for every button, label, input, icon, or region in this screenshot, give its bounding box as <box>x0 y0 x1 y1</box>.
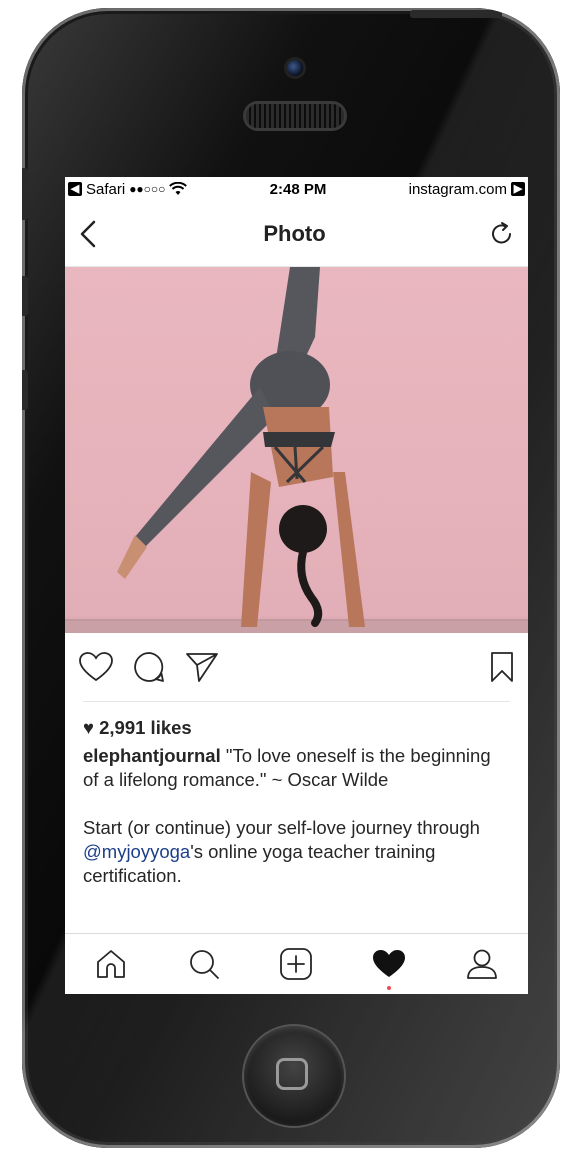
post-photo[interactable] <box>65 267 528 633</box>
chevron-left-icon[interactable] <box>77 219 101 249</box>
status-bar: ◀ Safari ●●○○○ 2:48 PM instagram.com ▶ <box>65 177 528 201</box>
add-post-icon <box>280 948 313 980</box>
signal-strength: ●●○○○ <box>129 182 166 196</box>
likes-count[interactable]: ♥ 2,991 likes <box>83 716 510 740</box>
caption-paragraph-2: Start (or continue) your self-love journ… <box>83 816 510 888</box>
tab-profile[interactable] <box>462 944 502 984</box>
status-left: ◀ Safari ●●○○○ <box>68 181 188 198</box>
caption-username[interactable]: elephantjournal <box>83 745 221 766</box>
heart-outline-icon[interactable] <box>79 652 113 682</box>
search-icon <box>189 950 219 979</box>
refresh-icon[interactable] <box>488 220 516 248</box>
activity-indicator-dot <box>387 986 392 990</box>
post-actions <box>65 633 528 701</box>
tab-activity[interactable] <box>369 944 409 990</box>
status-domain: instagram.com <box>408 180 507 198</box>
heart-filled-icon <box>373 950 406 977</box>
power-button <box>410 10 502 18</box>
paper-plane-icon[interactable] <box>185 651 219 683</box>
back-app-label[interactable]: Safari <box>86 181 125 198</box>
status-time: 2:48 PM <box>269 180 327 198</box>
volume-down-button <box>22 370 28 410</box>
small-heart-icon: ♥ <box>83 717 94 738</box>
wifi-icon <box>169 182 188 195</box>
back-to-app-icon[interactable]: ◀ <box>68 182 82 196</box>
tab-home[interactable] <box>91 944 131 984</box>
phone-screen: ◀ Safari ●●○○○ 2:48 PM instagram.com ▶ P… <box>65 177 528 994</box>
bottom-tab-bar <box>65 933 528 994</box>
yoga-handstand-illustration <box>65 267 528 633</box>
paragraph2-before: Start (or continue) your self-love journ… <box>83 817 480 838</box>
home-button-square <box>276 1058 308 1090</box>
mute-switch <box>22 168 28 220</box>
post-body: ♥ 2,991 likes elephantjournal "To love o… <box>65 702 528 888</box>
profile-icon <box>466 949 497 979</box>
earpiece-speaker <box>246 104 344 128</box>
volume-up-button <box>22 276 28 316</box>
front-camera <box>287 60 303 76</box>
status-right: instagram.com ▶ <box>409 181 525 198</box>
comment-icon[interactable] <box>133 651 165 683</box>
tab-search[interactable] <box>184 944 224 984</box>
page-title: Photo <box>263 220 326 246</box>
mention-link[interactable]: @myjoyyoga <box>83 841 190 862</box>
home-icon <box>97 950 126 978</box>
bookmark-icon[interactable] <box>490 651 514 683</box>
tab-add[interactable] <box>276 944 316 984</box>
caption: elephantjournal "To love oneself is the … <box>83 744 510 792</box>
forward-to-site-icon[interactable]: ▶ <box>510 182 525 196</box>
likes-text: 2,991 likes <box>99 717 192 738</box>
phone-frame: ◀ Safari ●●○○○ 2:48 PM instagram.com ▶ P… <box>22 8 560 1148</box>
nav-bar: Photo <box>65 201 528 267</box>
home-button[interactable] <box>244 1026 344 1126</box>
